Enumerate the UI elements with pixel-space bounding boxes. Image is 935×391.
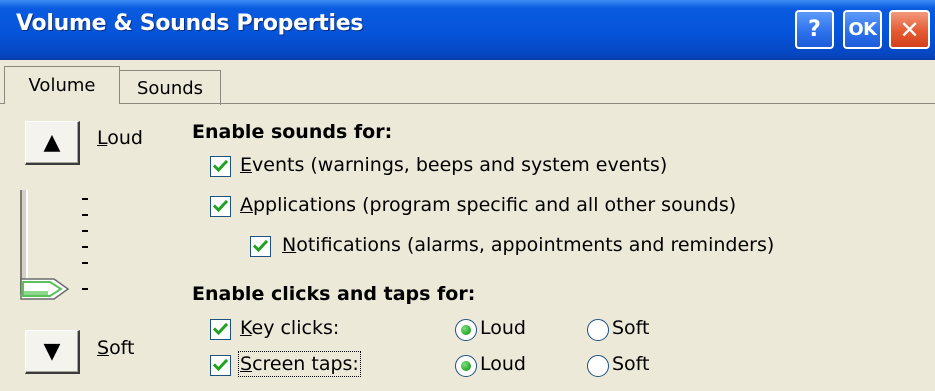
- applications-label[interactable]: Applications (program specific and all o…: [240, 194, 736, 216]
- slider-tick: [82, 262, 88, 264]
- soft-label-text: oft: [109, 337, 135, 359]
- events-text: vents (warnings, beeps and system events…: [252, 154, 668, 176]
- screen-taps-loud-radio[interactable]: [455, 355, 477, 377]
- slider-tick: [82, 230, 88, 232]
- key-clicks-label[interactable]: Key clicks:: [240, 317, 339, 339]
- volume-down-button[interactable]: ▼: [25, 330, 80, 374]
- window-title: Volume & Sounds Properties: [16, 11, 364, 36]
- close-icon: ✕: [899, 15, 920, 44]
- screen-taps-focus: Screen taps:: [238, 351, 361, 377]
- slider-thumb[interactable]: [20, 278, 70, 300]
- slider-tick: [82, 288, 88, 290]
- arrow-down-icon: ▼: [43, 339, 61, 364]
- check-icon: [212, 159, 229, 173]
- screen-taps-text: creen taps:: [252, 353, 359, 375]
- slider-tick: [82, 246, 88, 248]
- check-icon: [252, 239, 269, 253]
- notifications-label[interactable]: Notifications (alarms, appointments and …: [282, 234, 774, 256]
- notifications-accel: N: [282, 234, 297, 256]
- events-label[interactable]: Events (warnings, beeps and system event…: [240, 154, 667, 176]
- soft-label: Soft: [97, 337, 135, 359]
- loud-label-text: oud: [107, 127, 143, 149]
- tab-volume[interactable]: Volume: [4, 66, 120, 104]
- enable-sounds-heading: Enable sounds for:: [192, 121, 393, 143]
- volume-up-button[interactable]: ▲: [25, 121, 80, 165]
- help-button[interactable]: ?: [795, 10, 834, 49]
- events-checkbox[interactable]: [210, 156, 231, 177]
- screen-taps-label[interactable]: Screen taps:: [238, 351, 361, 377]
- notifications-checkbox[interactable]: [250, 236, 271, 257]
- title-bar: Volume & Sounds Properties ? OK ✕: [0, 0, 935, 60]
- arrow-up-icon: ▲: [43, 130, 61, 155]
- key-clicks-loud-label[interactable]: Loud: [480, 317, 526, 339]
- tab-sounds[interactable]: Sounds: [120, 70, 221, 105]
- enable-clicks-heading: Enable clicks and taps for:: [192, 283, 476, 305]
- key-clicks-soft-radio[interactable]: [587, 319, 609, 341]
- applications-accel: A: [240, 194, 253, 216]
- screen-taps-soft-radio[interactable]: [587, 355, 609, 377]
- check-icon: [212, 199, 229, 213]
- screen-taps-accel: S: [240, 353, 253, 375]
- applications-checkbox[interactable]: [210, 196, 231, 217]
- ok-button[interactable]: OK: [843, 10, 882, 49]
- applications-text: pplications (program specific and all ot…: [253, 194, 737, 216]
- radio-dot: [461, 325, 471, 335]
- loud-label: Loud: [97, 127, 143, 149]
- volume-slider[interactable]: [20, 190, 92, 306]
- events-accel: E: [240, 154, 253, 176]
- key-clicks-soft-label[interactable]: Soft: [612, 317, 650, 339]
- key-clicks-accel: K: [240, 317, 252, 339]
- loud-label-accel: L: [97, 127, 108, 149]
- notifications-text: otifications (alarms, appointments and r…: [296, 234, 775, 256]
- screen-taps-loud-label[interactable]: Loud: [480, 353, 526, 375]
- slider-tick: [82, 198, 88, 200]
- key-clicks-checkbox[interactable]: [210, 319, 231, 340]
- screen-taps-soft-label[interactable]: Soft: [612, 353, 650, 375]
- soft-label-accel: S: [97, 337, 110, 359]
- close-button[interactable]: ✕: [889, 10, 930, 49]
- key-clicks-text: ey clicks:: [251, 317, 340, 339]
- check-icon: [212, 322, 229, 336]
- check-icon: [212, 358, 229, 372]
- slider-tick: [82, 214, 88, 216]
- radio-dot: [461, 361, 471, 371]
- screen-taps-checkbox[interactable]: [210, 355, 231, 376]
- key-clicks-loud-radio[interactable]: [455, 319, 477, 341]
